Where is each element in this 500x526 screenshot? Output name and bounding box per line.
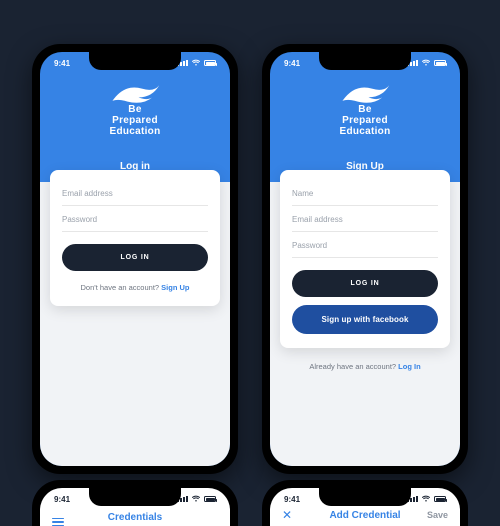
login-card: Email address Password LOG IN Don't have… <box>50 170 220 306</box>
login-link[interactable]: Log In <box>398 362 421 371</box>
status-indicators <box>177 495 216 503</box>
header-signup: Be Prepared Education Sign Up <box>270 74 460 182</box>
login-prompt: Already have an account? Log In <box>270 362 460 371</box>
signup-card: Name Email address Password LOG IN Sign … <box>280 170 450 348</box>
login-form-area: Email address Password LOG IN Don't have… <box>40 182 230 466</box>
facebook-signup-button[interactable]: Sign up with facebook <box>292 305 438 334</box>
brand-text: Be Prepared Education <box>109 104 160 137</box>
email-field[interactable]: Email address <box>292 206 438 232</box>
status-time: 9:41 <box>54 59 70 68</box>
wifi-icon <box>422 495 430 503</box>
wifi-icon <box>192 59 200 67</box>
battery-icon <box>434 496 446 502</box>
close-button[interactable]: ✕ <box>282 508 308 522</box>
nav-bar: ✕ Add Credential Save <box>270 508 460 522</box>
status-indicators <box>407 495 446 503</box>
signup-prompt: Don't have an account? Sign Up <box>62 283 208 292</box>
hamburger-icon <box>52 518 64 526</box>
battery-icon <box>434 60 446 66</box>
status-time: 9:41 <box>284 59 300 68</box>
wifi-icon <box>422 59 430 67</box>
password-field[interactable]: Password <box>62 206 208 232</box>
battery-icon <box>204 60 216 66</box>
save-button[interactable]: Save <box>422 510 448 520</box>
nav-title: Credentials <box>108 512 162 523</box>
menu-button[interactable] <box>52 508 78 526</box>
wifi-icon <box>192 495 200 503</box>
nav-title: Add Credential <box>329 510 400 521</box>
screen-login: 9:41 Be Prepared Education Log in <box>40 52 230 466</box>
status-indicators <box>177 59 216 67</box>
header-login: Be Prepared Education Log in <box>40 74 230 182</box>
password-field[interactable]: Password <box>292 232 438 258</box>
phone-signup-mock: 9:41 Be Prepared Education Sign Up <box>262 44 468 474</box>
notch <box>319 52 411 70</box>
status-indicators <box>407 59 446 67</box>
screen-credentials: 9:41 Credentials <box>40 488 230 526</box>
bird-icon <box>338 80 392 106</box>
close-icon: ✕ <box>282 508 292 522</box>
notch <box>89 52 181 70</box>
signup-form-area: Name Email address Password LOG IN Sign … <box>270 182 460 466</box>
notch <box>319 488 411 506</box>
bird-icon <box>108 80 162 106</box>
email-field[interactable]: Email address <box>62 180 208 206</box>
status-time: 9:41 <box>54 495 70 504</box>
brand-logo: Be Prepared Education <box>108 80 162 137</box>
phone-add-credential-peek: 9:41 ✕ Add Credential Save <box>262 480 468 526</box>
name-field[interactable]: Name <box>292 180 438 206</box>
brand-text: Be Prepared Education <box>339 104 390 137</box>
screen-add-credential: 9:41 ✕ Add Credential Save <box>270 488 460 526</box>
phone-login-mock: 9:41 Be Prepared Education Log in <box>32 44 238 474</box>
battery-icon <box>204 496 216 502</box>
login-button[interactable]: LOG IN <box>62 244 208 271</box>
phone-credentials-peek: 9:41 Credentials <box>32 480 238 526</box>
nav-bar: Credentials <box>40 508 230 526</box>
signup-link[interactable]: Sign Up <box>161 283 189 292</box>
login-button[interactable]: LOG IN <box>292 270 438 297</box>
brand-logo: Be Prepared Education <box>338 80 392 137</box>
notch <box>89 488 181 506</box>
status-time: 9:41 <box>284 495 300 504</box>
screen-signup: 9:41 Be Prepared Education Sign Up <box>270 52 460 466</box>
